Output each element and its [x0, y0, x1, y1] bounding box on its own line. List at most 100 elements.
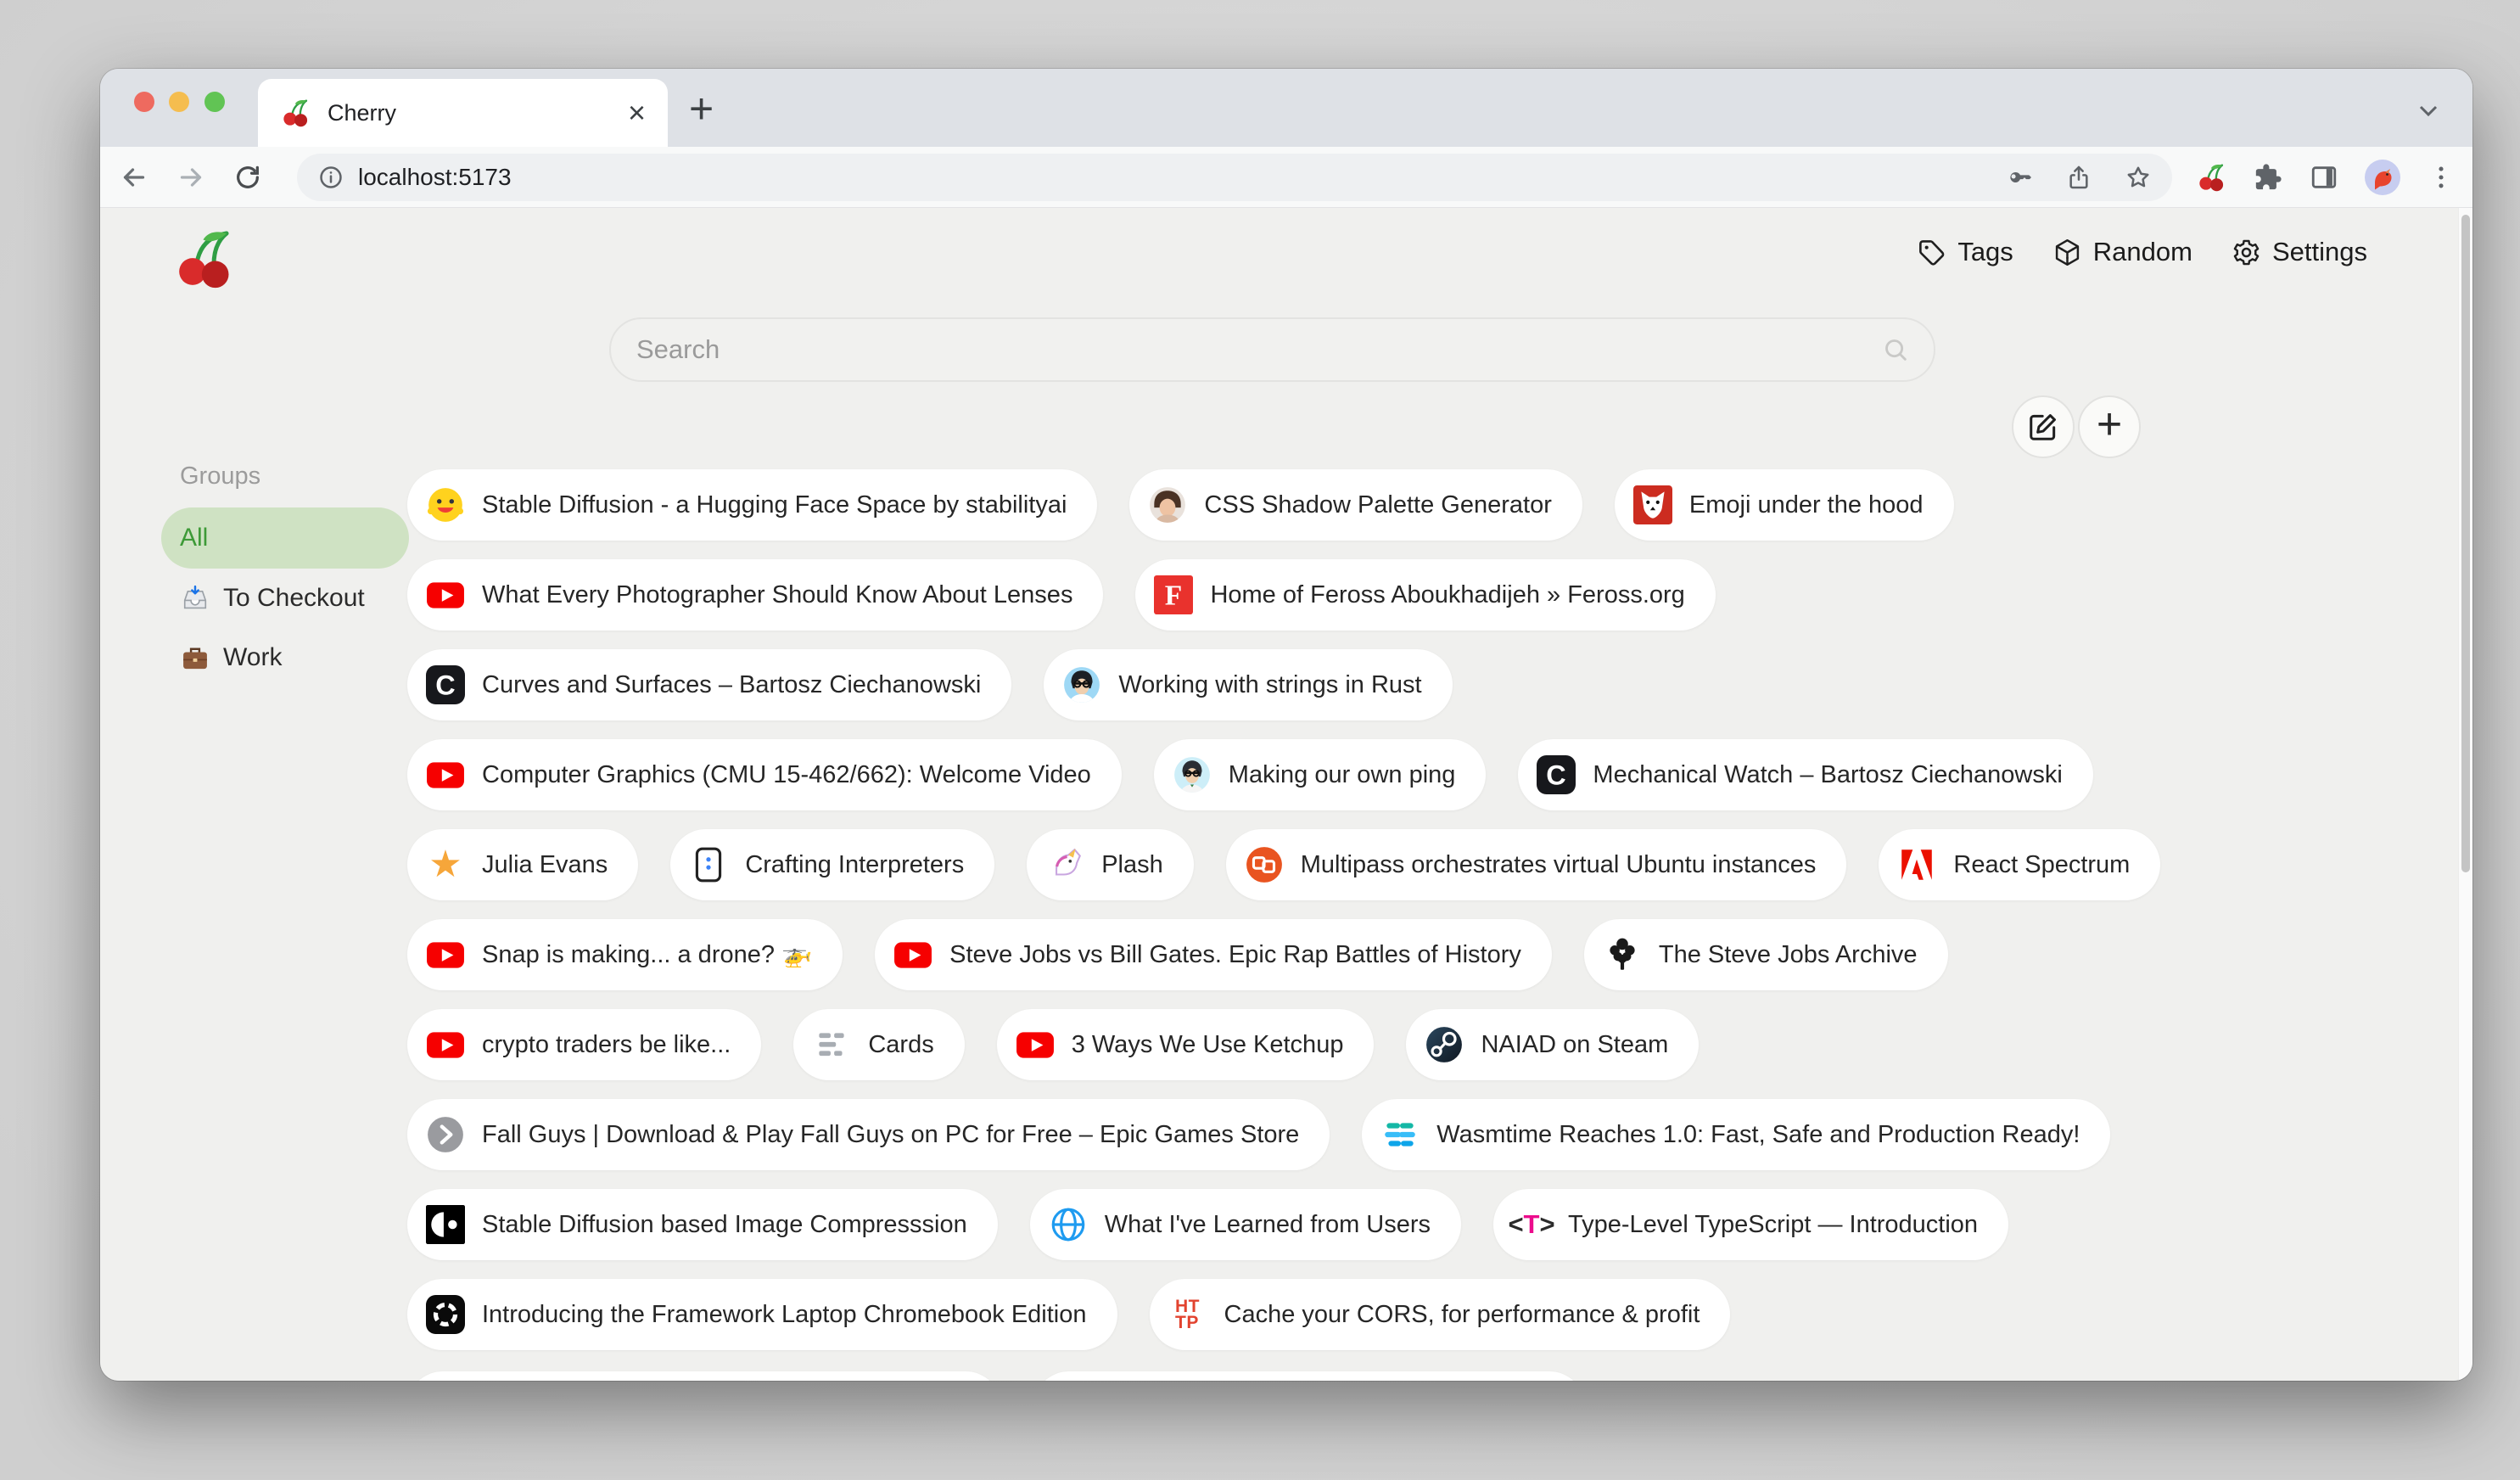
tags-button[interactable]: Tags	[1917, 237, 2013, 267]
bookmark-pill[interactable]: FHome of Feross Aboukhadijeh » Feross.or…	[1135, 559, 1715, 631]
bookmark-row: CCurves and Surfaces – Bartosz Ciechanow…	[407, 649, 2160, 720]
bookmark-pill[interactable]: Computer Graphics (CMU 15-462/662): Welc…	[407, 739, 1122, 810]
bookmark-label: Stable Diffusion - a Hugging Face Space …	[482, 491, 1067, 519]
cherry-favicon	[280, 97, 312, 129]
bookmark-pill[interactable]: Fall Guys | Download & Play Fall Guys on…	[407, 1099, 1330, 1170]
bookmark-label: CSS Shadow Palette Generator	[1204, 491, 1551, 519]
bookmark-pill[interactable]: Introducing the Framework Laptop Chromeb…	[407, 1279, 1117, 1350]
browser-window: Cherry × + localhost:5173	[100, 69, 2472, 1381]
cherry-app-page: Tags Random Settings + Groups AllTo Chec…	[100, 208, 2472, 1381]
bookmark-pill[interactable]: Working with strings in Rust	[1044, 649, 1452, 720]
tree-icon	[1603, 935, 1642, 974]
scrollbar-thumb[interactable]	[2461, 215, 2470, 872]
new-tab-button[interactable]: +	[689, 84, 714, 133]
bookmark-row: Stable Diffusion based Image Compresssio…	[407, 1189, 2160, 1260]
bookmark-pill[interactable]: NAIAD on Steam	[1406, 1009, 1699, 1080]
bookmark-label: Cache your CORS, for performance & profi…	[1224, 1301, 1700, 1329]
tab-cherry[interactable]: Cherry ×	[258, 79, 668, 147]
site-info-icon[interactable]	[317, 164, 344, 191]
extensions-puzzle-icon[interactable]	[2252, 161, 2284, 193]
bookmarks-board: Stable Diffusion - a Hugging Face Space …	[407, 469, 2160, 1369]
bookmark-pill[interactable]: Multipass orchestrates virtual Ubuntu in…	[1226, 829, 1847, 900]
reload-button[interactable]	[226, 155, 270, 199]
bookmark-pill[interactable]	[407, 1371, 1001, 1381]
bookmark-pill[interactable]	[1033, 1371, 1585, 1381]
bookmark-row: ★Julia Evans Crafting Interpreters Plash Mu…	[407, 829, 2160, 900]
bookmark-label: Type-Level TypeScript — Introduction	[1568, 1211, 1978, 1239]
globe-icon	[1049, 1205, 1088, 1244]
rust-avatar-icon	[1062, 665, 1101, 704]
bookmark-pill[interactable]: Plash	[1027, 829, 1194, 900]
groups-sidebar: Groups AllTo CheckoutWork	[161, 462, 409, 687]
bookmark-label: Plash	[1101, 851, 1163, 879]
bookmark-pill[interactable]: Stable Diffusion - a Hugging Face Space …	[407, 469, 1097, 541]
bookmark-pill[interactable]: crypto traders be like...	[407, 1009, 761, 1080]
sidebar-item-all[interactable]: All	[161, 507, 409, 569]
wasmtime-icon	[1380, 1115, 1420, 1154]
extension-area	[2196, 155, 2457, 199]
bookmark-pill[interactable]: CCurves and Surfaces – Bartosz Ciechanow…	[407, 649, 1011, 720]
bookmark-pill[interactable]: Emoji under the hood	[1615, 469, 1954, 541]
edit-bookmarks-button[interactable]	[2012, 395, 2075, 458]
page-scrollbar[interactable]	[2458, 208, 2472, 1381]
add-bookmark-button[interactable]: +	[2078, 395, 2141, 458]
bookmark-star-icon[interactable]	[2125, 164, 2152, 191]
bookmark-pill[interactable]: HTTPCache your CORS, for performance & p…	[1150, 1279, 1731, 1350]
sidebar-item-label: All	[180, 524, 208, 552]
bookmark-pill[interactable]: ★Julia Evans	[407, 829, 638, 900]
bookmark-pill[interactable]: What Every Photographer Should Know Abou…	[407, 559, 1103, 631]
bookmark-label: Home of Feross Aboukhadijeh » Feross.org	[1210, 581, 1684, 609]
browser-menu-kebab-icon[interactable]	[2425, 161, 2457, 193]
forward-arrow-icon	[176, 162, 206, 193]
search-bar[interactable]	[609, 317, 1935, 382]
zoom-window-button[interactable]	[204, 92, 225, 112]
bookmark-pill[interactable]: Cards	[793, 1009, 964, 1080]
close-tab-icon[interactable]: ×	[628, 98, 646, 128]
bookmark-pill[interactable]: The Steve Jobs Archive	[1584, 919, 1948, 990]
bookmark-label: The Steve Jobs Archive	[1659, 941, 1918, 969]
youtube-icon	[426, 1025, 465, 1064]
random-button[interactable]: Random	[2052, 237, 2192, 267]
bookmark-pill[interactable]: Wasmtime Reaches 1.0: Fast, Safe and Pro…	[1362, 1099, 2110, 1170]
settings-label: Settings	[2272, 237, 2367, 267]
tab-title: Cherry	[328, 100, 613, 126]
bookmark-row: Stable Diffusion - a Hugging Face Space …	[407, 469, 2160, 541]
bookmark-pill[interactable]: Making our own ping	[1154, 739, 1487, 810]
sidebar-item-label: To Checkout	[223, 584, 365, 613]
address-bar[interactable]: localhost:5173	[297, 154, 2172, 201]
inbox-icon	[180, 583, 210, 614]
reload-icon	[233, 163, 262, 192]
bookmark-pill[interactable]: Stable Diffusion based Image Compresssio…	[407, 1189, 998, 1260]
sidebar-item-work[interactable]: Work	[161, 628, 409, 687]
compression-icon	[426, 1205, 465, 1244]
share-icon[interactable]	[2065, 164, 2092, 191]
tags-label: Tags	[1957, 237, 2013, 267]
bookmark-pill[interactable]: What I've Learned from Users	[1030, 1189, 1461, 1260]
cherry-extension-icon[interactable]	[2196, 161, 2228, 193]
bookmark-pill[interactable]: <T>Type-Level TypeScript — Introduction	[1493, 1189, 2008, 1260]
sidebar-item-to-checkout[interactable]: To Checkout	[161, 569, 409, 628]
bookmark-pill[interactable]: React Spectrum	[1879, 829, 2160, 900]
back-button[interactable]	[112, 155, 156, 199]
close-window-button[interactable]	[134, 92, 154, 112]
tab-search-chevron-icon[interactable]	[2413, 94, 2444, 125]
bookmark-pill[interactable]: Snap is making... a drone? 🚁	[407, 919, 843, 990]
bookmark-pill[interactable]: CSS Shadow Palette Generator	[1129, 469, 1582, 541]
bookmark-pill[interactable]: 3 Ways We Use Ketchup	[997, 1009, 1375, 1080]
profile-avatar[interactable]	[2364, 159, 2401, 196]
search-input[interactable]	[635, 334, 1881, 366]
side-panel-icon[interactable]	[2308, 161, 2340, 193]
url-text: localhost:5173	[358, 164, 512, 191]
password-key-icon[interactable]	[2006, 164, 2033, 191]
ciechanowski-icon: C	[426, 665, 465, 704]
bookmark-pill[interactable]: CMechanical Watch – Bartosz Ciechanowski	[1518, 739, 2092, 810]
forward-button[interactable]	[169, 155, 213, 199]
minimize-window-button[interactable]	[169, 92, 189, 112]
bookmark-label: Making our own ping	[1229, 761, 1456, 789]
bookmark-pill[interactable]: Steve Jobs vs Bill Gates. Epic Rap Battl…	[875, 919, 1552, 990]
ciechanowski-icon: C	[1537, 755, 1576, 794]
back-arrow-icon	[119, 162, 149, 193]
edit-pencil-icon	[2027, 411, 2059, 443]
settings-button[interactable]: Settings	[2232, 237, 2367, 267]
bookmark-pill[interactable]: Crafting Interpreters	[670, 829, 994, 900]
